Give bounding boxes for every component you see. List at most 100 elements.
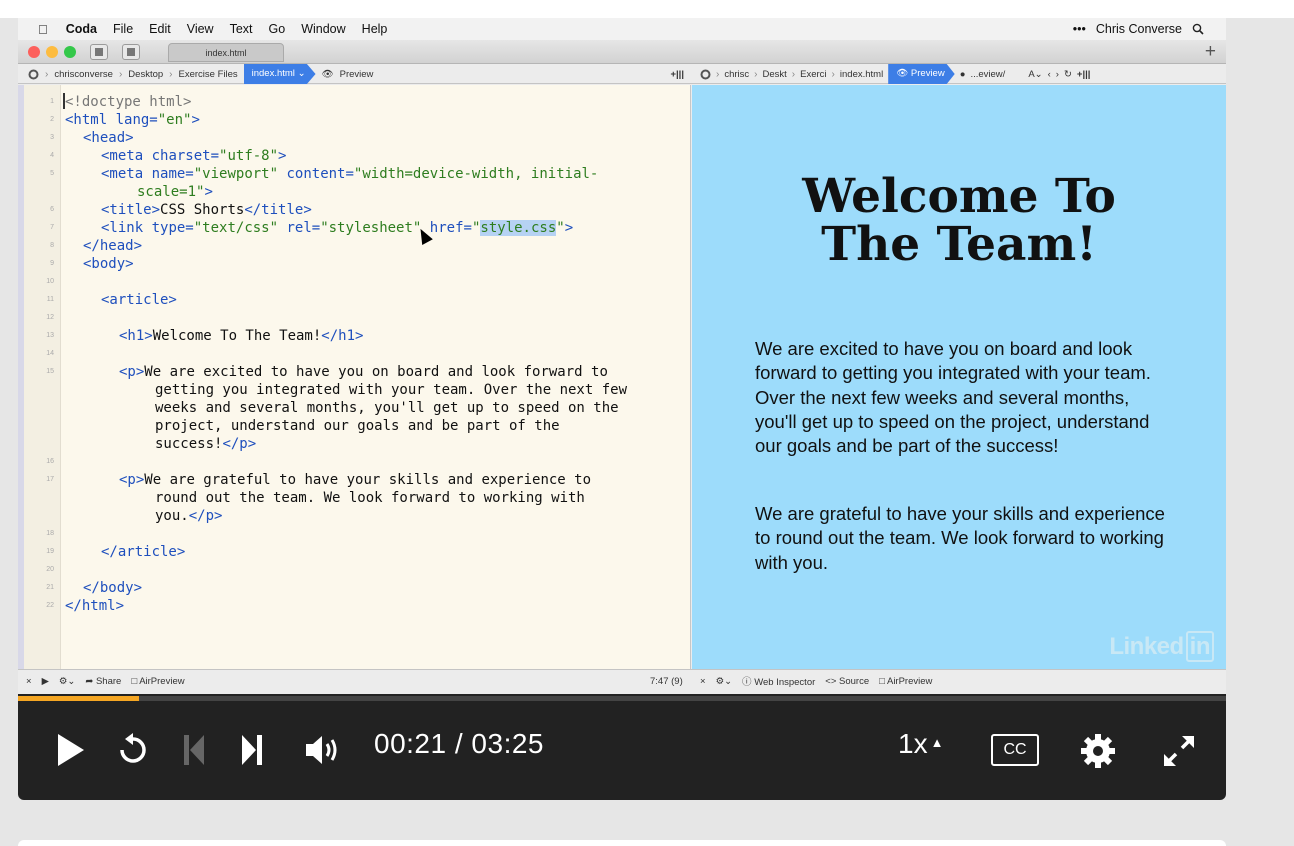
new-tab-button[interactable]: + — [1205, 40, 1216, 64]
code-line: <h1>Welcome To The Team!</h1> — [119, 328, 364, 344]
menu-more-icon[interactable]: ••• — [1073, 22, 1086, 36]
line-number: 19 — [46, 548, 54, 555]
breadcrumb-item[interactable]: Deskt — [763, 69, 787, 80]
line-number: 11 — [46, 296, 54, 303]
source-button[interactable]: <> Source — [825, 676, 869, 687]
share-button[interactable]: ➦ Share — [85, 676, 121, 687]
line-number: 22 — [46, 602, 54, 609]
menu-edit[interactable]: Edit — [149, 22, 171, 36]
speed-label: 1x — [898, 728, 928, 759]
menu-window[interactable]: Window — [301, 22, 345, 36]
reload-icon[interactable]: ↻ — [1064, 69, 1072, 80]
share-label: Share — [95, 675, 122, 687]
menu-user[interactable]: Chris Converse — [1096, 22, 1182, 36]
sites-view-icon[interactable] — [90, 44, 108, 60]
replay-icon[interactable] — [116, 733, 150, 767]
zoom-window-icon[interactable] — [64, 46, 76, 58]
preview-link[interactable]: Preview — [340, 69, 374, 80]
forward-arrow-icon[interactable]: › — [1056, 69, 1059, 80]
code-line: <head> — [83, 130, 134, 146]
line-number: 15 — [46, 368, 54, 375]
editor-status-left: × ▶ ⚙⌄ ➦ Share □ AirPreview — [26, 670, 185, 692]
editor-path-bar: › chrisconverse › Desktop › Exercise Fil… — [18, 64, 690, 84]
preview-url[interactable]: ...eview/ — [970, 69, 1005, 80]
menu-text[interactable]: Text — [230, 22, 253, 36]
line-number: 2 — [50, 116, 54, 123]
line-number: 21 — [46, 584, 54, 591]
console-icon[interactable]: ▶ — [42, 676, 49, 687]
code-line: <article> — [101, 292, 177, 308]
menu-file[interactable]: File — [113, 22, 133, 36]
source-label: Source — [839, 675, 870, 687]
code-line: <html lang="en"> — [65, 112, 200, 128]
breadcrumb-item[interactable]: Desktop — [128, 69, 163, 80]
breadcrumb-item[interactable]: chrisconverse — [54, 69, 113, 80]
apple-logo-icon[interactable]:  — [38, 22, 48, 37]
web-inspector-button[interactable]: ⓘ Web Inspector — [742, 674, 815, 688]
line-number: 17 — [46, 476, 54, 483]
menu-go[interactable]: Go — [269, 22, 286, 36]
breadcrumb-item[interactable]: chrisc — [724, 69, 749, 80]
code-line: you.</p> — [155, 508, 223, 524]
menu-help[interactable]: Help — [362, 22, 388, 36]
text-size-icon[interactable]: A⌄ — [1028, 69, 1042, 80]
code-text[interactable]: <!doctype html> <html lang="en"> <head> … — [63, 85, 685, 669]
playback-time: 00:21 / 03:25 — [374, 728, 544, 760]
menu-view[interactable]: View — [187, 22, 214, 36]
play-icon[interactable] — [56, 732, 86, 768]
eye-icon: 👁 — [321, 68, 334, 80]
line-number: 6 — [50, 206, 54, 213]
next-icon[interactable] — [240, 733, 264, 767]
globe-icon: ● — [959, 68, 966, 80]
volume-icon[interactable] — [304, 733, 340, 767]
close-window-icon[interactable] — [28, 46, 40, 58]
airpreview-button[interactable]: □ AirPreview — [879, 676, 932, 687]
web-inspector-label: Web Inspector — [754, 677, 816, 688]
gear-icon[interactable]: ⚙⌄ — [59, 676, 75, 687]
document-tab[interactable]: index.html — [168, 43, 284, 62]
settings-gear-icon[interactable] — [1080, 733, 1116, 769]
close-icon[interactable]: × — [700, 676, 706, 687]
os-menu-bar:  Coda File Edit View Text Go Window Hel… — [18, 18, 1226, 40]
minimize-window-icon[interactable] — [46, 46, 58, 58]
code-line: scale=1"> — [137, 184, 213, 200]
chevron-right-icon: › — [118, 68, 123, 80]
live-preview[interactable]: Welcome To The Team! We are excited to h… — [692, 85, 1226, 669]
chevron-right-icon: › — [169, 68, 173, 80]
line-number-gutter: 1 2 3 4 5 6 7 8 9 10 11 12 13 14 15 16 17 18 19 20 21 22 — [24, 85, 61, 669]
breadcrumb-item[interactable]: Exerci — [800, 69, 826, 80]
site-gear-icon[interactable] — [28, 69, 39, 80]
line-number: 3 — [50, 134, 54, 141]
gear-icon[interactable]: ⚙⌄ — [716, 676, 732, 687]
video-frame[interactable]:  Coda File Edit View Text Go Window Hel… — [18, 18, 1226, 694]
text-caret — [63, 93, 65, 109]
content-card-below — [18, 840, 1226, 846]
code-editor[interactable]: 1 2 3 4 5 6 7 8 9 10 11 12 13 14 15 16 17 18 19 20 21 22 <!do… — [18, 85, 691, 669]
chevron-right-icon: › — [716, 68, 720, 80]
chevron-right-icon: › — [791, 68, 796, 80]
code-line: <link type="text/css" rel="stylesheet" h… — [101, 220, 574, 236]
breadcrumb-active-preview[interactable]: 👁 Preview — [888, 64, 955, 84]
close-icon[interactable]: × — [26, 676, 32, 687]
breadcrumb-item[interactable]: index.html — [840, 69, 883, 80]
code-line: </head> — [83, 238, 143, 254]
back-arrow-icon[interactable]: ‹ — [1048, 69, 1051, 80]
split-pane-button[interactable]: +||| — [1077, 69, 1095, 80]
spotlight-search-icon[interactable] — [1192, 23, 1204, 35]
fullscreen-icon[interactable] — [1162, 734, 1196, 768]
code-line: <title>CSS Shorts</title> — [101, 202, 312, 218]
line-number: 18 — [46, 530, 54, 537]
site-gear-icon[interactable] — [700, 69, 711, 80]
playback-speed-button[interactable]: 1x ▲ — [898, 728, 943, 760]
breadcrumb-active-file[interactable]: index.html ⌄ — [243, 64, 316, 84]
menu-app-name[interactable]: Coda — [66, 22, 97, 36]
code-line: round out the team. We look forward to w… — [155, 490, 585, 506]
preview-heading-line: The Team! — [821, 217, 1097, 272]
split-pane-button[interactable]: +||| — [670, 69, 690, 80]
sidebar-toggle-icon[interactable] — [122, 44, 140, 60]
previous-icon[interactable] — [182, 733, 206, 767]
document-tab-title: index.html — [205, 48, 247, 58]
closed-captions-button[interactable]: CC — [991, 734, 1039, 766]
airpreview-button[interactable]: □ AirPreview — [131, 676, 184, 687]
breadcrumb-item[interactable]: Exercise Files — [179, 69, 238, 80]
